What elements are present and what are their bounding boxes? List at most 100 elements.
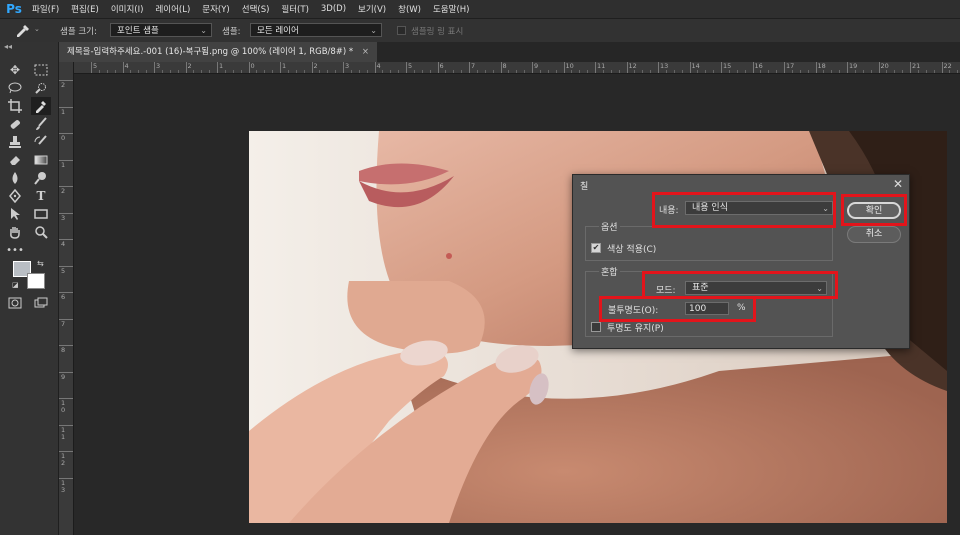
quick-selection-tool-icon[interactable]: [31, 79, 51, 97]
ruler-minor-tick: [445, 70, 447, 73]
ruler-minor-tick: [618, 70, 620, 73]
menu-select[interactable]: 선택(S): [236, 3, 276, 15]
ruler-minor-tick: [358, 70, 360, 73]
menu-type[interactable]: 문자(Y): [196, 3, 235, 15]
ruler-minor-tick: [571, 70, 573, 73]
ruler-minor-tick: [421, 70, 423, 73]
ruler-minor-tick: [232, 70, 234, 73]
menu-view[interactable]: 보기(V): [352, 3, 392, 15]
hand-tool-icon[interactable]: [5, 223, 25, 241]
screen-mode-icon[interactable]: [31, 294, 51, 312]
highlight-opacity: [599, 296, 756, 322]
ruler-tick: [784, 62, 785, 73]
ruler-label: 2: [187, 62, 192, 70]
preserve-transparency-checkbox[interactable]: [591, 322, 601, 332]
move-tool-icon[interactable]: ✥: [5, 61, 25, 79]
ruler-tick: [752, 62, 754, 73]
more-tools-icon[interactable]: •••: [5, 241, 25, 259]
dodge-tool-icon[interactable]: [31, 169, 51, 187]
show-sampling-ring-checkbox[interactable]: [397, 26, 406, 35]
eraser-tool-icon[interactable]: [5, 151, 25, 169]
ruler-tick: [185, 62, 187, 73]
document-tab[interactable]: 제목을-입력하주세요.-001 (16)-복구됨.png @ 100% (레이어…: [59, 42, 378, 62]
menu-layer[interactable]: 레이어(L): [149, 3, 196, 15]
ruler-tick: [91, 62, 92, 73]
type-tool-icon[interactable]: T: [31, 187, 51, 205]
ruler-minor-tick: [398, 70, 400, 73]
ruler-label: 3: [345, 62, 350, 70]
tool-preset-chevron-icon[interactable]: ⌄: [34, 25, 40, 33]
ruler-tick: [248, 62, 250, 73]
ruler-minor-tick: [681, 70, 683, 73]
ruler-minor-tick: [697, 70, 699, 73]
menu-window[interactable]: 창(W): [392, 3, 427, 15]
ruler-label: 17: [786, 62, 795, 70]
ruler-label: 6: [61, 293, 66, 301]
marquee-tool-icon[interactable]: [31, 61, 51, 79]
ruler-minor-tick: [807, 70, 809, 73]
ruler-tick: [595, 62, 596, 73]
rectangle-tool-icon[interactable]: [31, 205, 51, 223]
ruler-horizontal[interactable]: 5 4 3 2 1 0 1 2 3 4 5 6 7 8 9 10 11 12 13 14 15 16 17 18 19 20 21 2…: [73, 62, 960, 74]
ruler-label: 20: [880, 62, 889, 70]
sample-size-select[interactable]: 포인트 샘플 ⌄: [110, 23, 212, 37]
cancel-button[interactable]: 취소: [847, 226, 901, 243]
ruler-minor-tick: [335, 70, 337, 73]
default-colors-icon[interactable]: ◪: [12, 281, 19, 289]
ruler-minor-tick: [327, 70, 329, 73]
history-brush-tool-icon[interactable]: [31, 133, 51, 151]
ruler-minor-tick: [413, 70, 415, 73]
ruler-minor-tick: [776, 70, 778, 73]
eyedropper-tool-icon[interactable]: [31, 97, 51, 115]
menu-3d[interactable]: 3D(D): [315, 4, 352, 14]
menu-image[interactable]: 이미지(I): [105, 3, 150, 15]
sample-label: 샘플:: [222, 27, 241, 37]
ruler-tick: [374, 62, 376, 73]
sample-select[interactable]: 모든 레이어 ⌄: [250, 23, 382, 37]
ruler-minor-tick: [902, 70, 904, 73]
ruler-label: 22: [943, 62, 952, 70]
pen-tool-icon[interactable]: [5, 187, 25, 205]
ruler-minor-tick: [224, 70, 226, 73]
color-adaptation-checkbox[interactable]: ✔: [591, 243, 601, 253]
background-color-swatch[interactable]: [27, 273, 45, 289]
healing-brush-tool-icon[interactable]: [5, 115, 25, 133]
path-selection-tool-icon[interactable]: [5, 205, 25, 223]
zoom-tool-icon[interactable]: [31, 223, 51, 241]
ruler-minor-tick: [547, 70, 549, 73]
ruler-minor-tick: [382, 70, 384, 73]
menu-help[interactable]: 도움말(H): [427, 3, 475, 15]
menu-file[interactable]: 파일(F): [26, 3, 65, 15]
lasso-tool-icon[interactable]: [5, 79, 25, 97]
ruler-label: 6: [439, 62, 444, 70]
chevron-down-icon: ⌄: [200, 26, 207, 35]
ruler-label: 13: [660, 62, 669, 70]
ruler-vertical[interactable]: 2 1 0 1 2 3 4 5 6 7 8 9 10 11 12 13: [59, 62, 74, 535]
ruler-label: 4: [124, 62, 129, 70]
swap-colors-icon[interactable]: ⇆: [37, 259, 44, 268]
ruler-minor-tick: [146, 70, 148, 73]
close-tab-icon[interactable]: ×: [362, 47, 369, 57]
quick-mask-icon[interactable]: [5, 294, 25, 312]
ruler-minor-tick: [650, 70, 652, 73]
blur-tool-icon[interactable]: [5, 169, 25, 187]
ruler-label: 15: [723, 62, 732, 70]
clone-stamp-tool-icon[interactable]: [5, 133, 25, 151]
ruler-minor-tick: [161, 70, 163, 73]
crop-tool-icon[interactable]: [5, 97, 25, 115]
ruler-minor-tick: [839, 70, 841, 73]
ruler-label: 7: [61, 319, 66, 328]
ruler-minor-tick: [917, 70, 919, 73]
tools-panel: ◂◂ ✥ T ••• ⇆ ◪: [0, 42, 59, 535]
brush-tool-icon[interactable]: [31, 115, 51, 133]
menu-edit[interactable]: 편집(E): [65, 3, 105, 15]
collapse-icon[interactable]: ◂◂: [4, 42, 12, 51]
menu-filter[interactable]: 필터(T): [275, 3, 314, 15]
ruler-label: 4: [61, 240, 66, 248]
blending-group-title: 혼합: [599, 265, 620, 278]
gradient-tool-icon[interactable]: [31, 151, 51, 169]
ruler-minor-tick: [760, 70, 762, 73]
eyedropper-icon[interactable]: [14, 22, 32, 41]
ruler-tick: [406, 62, 407, 73]
close-icon[interactable]: ✕: [893, 177, 903, 191]
